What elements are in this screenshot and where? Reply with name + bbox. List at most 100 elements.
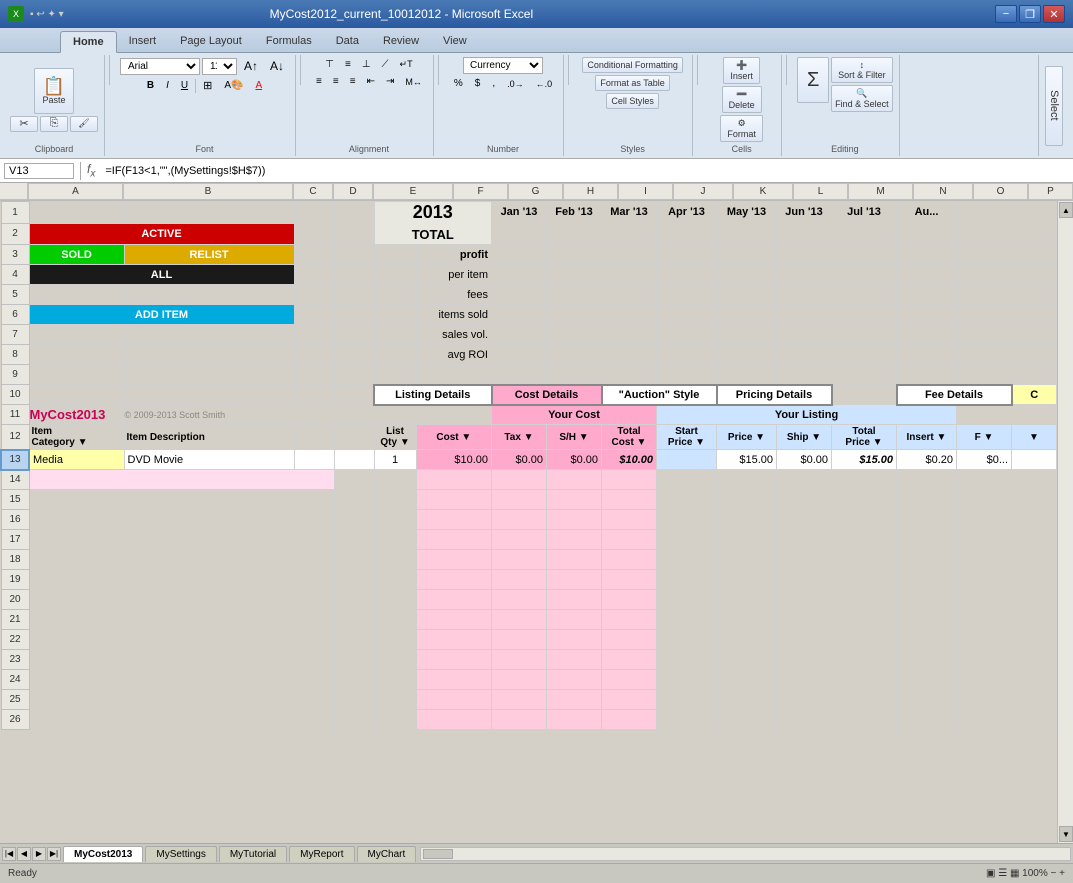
sheet-tab-mysettings[interactable]: MySettings [145,846,216,862]
cell-G25[interactable] [492,690,547,710]
formula-input[interactable] [101,164,1069,178]
wrap-text-button[interactable]: ↵T [395,57,418,72]
cell-C5[interactable] [294,285,334,305]
cell-G24[interactable] [492,670,547,690]
cell-K24[interactable] [717,670,777,690]
currency-button[interactable]: $ [470,76,486,91]
cell-M2[interactable] [832,223,897,245]
cell-I13-totalcost[interactable]: $10.00 [602,450,657,470]
cell-G2[interactable] [492,223,547,245]
cell-O21[interactable] [957,610,1012,630]
cell-F5-fees[interactable]: fees [416,285,491,305]
row-header-3[interactable]: 3 [1,245,29,265]
cell-F18[interactable] [416,550,491,570]
cell-G9[interactable] [492,365,547,385]
cell-N19[interactable] [897,570,957,590]
cell-I16[interactable] [602,510,657,530]
cell-F14[interactable] [416,470,491,490]
cell-N25[interactable] [897,690,957,710]
cell-C12[interactable] [294,425,334,450]
cell-N3[interactable] [897,245,957,265]
cell-B12-description[interactable]: Item Description [124,425,294,450]
cell-G13-tax[interactable]: $0.00 [492,450,547,470]
cell-H5[interactable] [547,285,602,305]
cell-K21[interactable] [717,610,777,630]
cell-F3-profit[interactable]: profit [416,245,491,265]
cell-L17[interactable] [777,530,832,550]
cell-L2[interactable] [777,223,832,245]
decrease-font-button[interactable]: A↓ [265,57,289,75]
cell-G20[interactable] [492,590,547,610]
cell-F16[interactable] [416,510,491,530]
cell-D19[interactable] [334,570,374,590]
tab-first-button[interactable]: |◀ [2,847,16,861]
cell-O3[interactable] [957,245,1012,265]
cell-L3[interactable] [777,245,832,265]
bottom-align-button[interactable]: ⊥ [357,57,376,72]
cell-O23[interactable] [957,650,1012,670]
cell-E17[interactable] [374,530,416,550]
cell-J25[interactable] [657,690,717,710]
cell-I8[interactable] [602,345,657,365]
cell-K26[interactable] [717,710,777,730]
autosum-button[interactable]: Σ [797,57,829,103]
cell-L13-ship[interactable]: $0.00 [777,450,832,470]
cell-L12-ship[interactable]: Ship ▼ [777,425,832,450]
cell-K9[interactable] [717,365,777,385]
percent-button[interactable]: % [449,76,468,91]
cell-J8[interactable] [657,345,717,365]
cell-M26[interactable] [832,710,897,730]
cell-D15[interactable] [334,490,374,510]
cell-P24[interactable] [1012,670,1057,690]
cell-A15[interactable] [29,490,334,510]
cell-D9[interactable] [334,365,374,385]
cell-M18[interactable] [832,550,897,570]
cell-G21[interactable] [492,610,547,630]
copy-button[interactable]: ⎘ [40,116,68,132]
cell-N5[interactable] [897,285,957,305]
merge-center-button[interactable]: M↔ [400,74,427,89]
cell-O26[interactable] [957,710,1012,730]
cell-N12-insert[interactable]: Insert ▼ [897,425,957,450]
cell-A1[interactable] [29,202,124,224]
cell-F24[interactable] [416,670,491,690]
cell-I20[interactable] [602,590,657,610]
row-header-16[interactable]: 16 [1,510,29,530]
cell-J6[interactable] [657,305,717,325]
cell-H9[interactable] [547,365,602,385]
cell-B5[interactable] [124,285,294,305]
cell-D21[interactable] [334,610,374,630]
col-header-P[interactable]: P [1028,183,1073,200]
cell-H26[interactable] [547,710,602,730]
cell-P26[interactable] [1012,710,1057,730]
cell-I15[interactable] [602,490,657,510]
cell-D10[interactable] [334,385,374,405]
cell-O20[interactable] [957,590,1012,610]
cell-M24[interactable] [832,670,897,690]
col-header-H[interactable]: H [563,183,618,200]
row-header-5[interactable]: 5 [1,285,29,305]
cell-L8[interactable] [777,345,832,365]
decrease-decimal-button[interactable]: ←.0 [531,77,558,91]
cell-A21[interactable] [29,610,334,630]
cell-I24[interactable] [602,670,657,690]
cell-F7-salesvol[interactable]: sales vol. [416,325,491,345]
cell-N1[interactable]: Au... [897,202,957,224]
cell-M9[interactable] [832,365,897,385]
cell-E9[interactable] [374,365,416,385]
cell-H19[interactable] [547,570,602,590]
cell-O16[interactable] [957,510,1012,530]
cell-J1[interactable]: Apr '13 [657,202,717,224]
cell-G19[interactable] [492,570,547,590]
cell-M14[interactable] [832,470,897,490]
cell-G5[interactable] [492,285,547,305]
cell-L16[interactable] [777,510,832,530]
cell-E10-listing-details[interactable]: Listing Details [374,385,492,405]
cell-O7[interactable] [957,325,1012,345]
cell-A13-media[interactable]: Media [29,450,124,470]
cell-L19[interactable] [777,570,832,590]
cell-K10-pricing-details[interactable]: Pricing Details [717,385,832,405]
cell-L24[interactable] [777,670,832,690]
cell-L4[interactable] [777,265,832,285]
cell-L23[interactable] [777,650,832,670]
